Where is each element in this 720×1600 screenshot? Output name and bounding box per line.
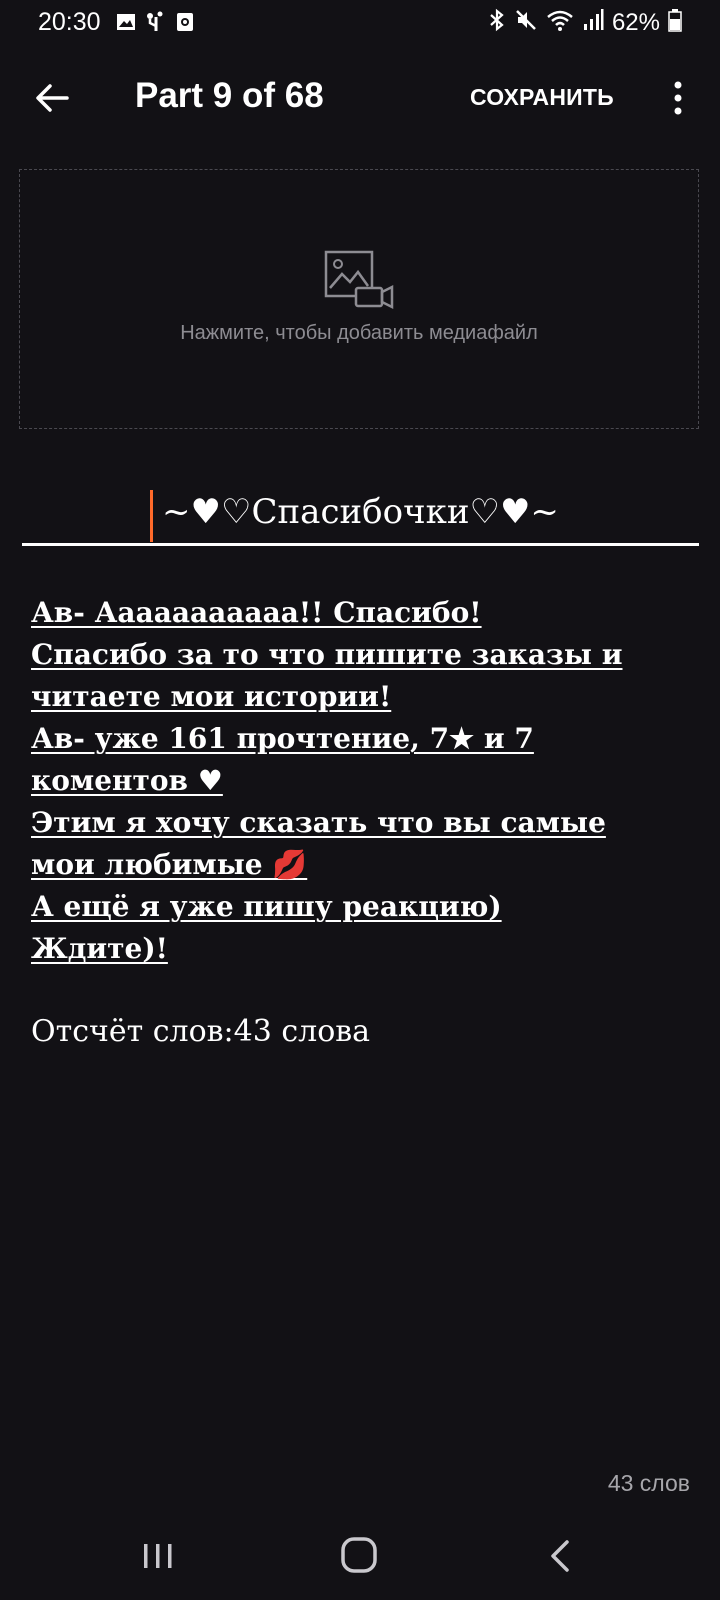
signal-icon: [582, 8, 604, 37]
image-icon: [116, 13, 136, 36]
word-count-badge: 43 слов: [607, 1470, 690, 1496]
text-cursor: [150, 490, 153, 542]
navigation-bar: [0, 1520, 720, 1600]
recents-icon[interactable]: [141, 1540, 175, 1572]
bluetooth-icon: [488, 8, 506, 37]
arrow-left-icon: [36, 84, 69, 112]
home-icon[interactable]: [340, 1536, 378, 1574]
usb-icon: [146, 11, 166, 38]
vpn-icon: [176, 12, 194, 37]
story-line: читаете мои истории!: [31, 680, 392, 713]
status-right: 62%: [488, 8, 682, 37]
battery-percentage: 62%: [611, 8, 660, 36]
part-title: Part 9 of 68: [135, 76, 324, 115]
add-media-icon: [324, 250, 394, 310]
story-line: Ждите)!: [31, 932, 168, 965]
save-button[interactable]: СОХРАНИТЬ: [470, 84, 614, 111]
chapter-title: ~♥♡Спасибочки♡♥~: [162, 492, 559, 532]
more-options-button[interactable]: [660, 74, 696, 122]
wifi-icon: [546, 8, 574, 37]
app-bar: Part 9 of 68 СОХРАНИТЬ: [0, 60, 720, 140]
story-line: Ав- Ааааааааааа!! Спасибо!: [31, 596, 482, 629]
back-button[interactable]: [26, 72, 78, 124]
status-left-icons: [116, 11, 194, 38]
add-media-hint: Нажмите, чтобы добавить медиафайл: [180, 322, 538, 344]
status-bar: 20:30 62%: [0, 0, 720, 46]
chapter-title-field[interactable]: ~♥♡Спасибочки♡♥~: [22, 488, 699, 546]
story-editor[interactable]: Ав- Ааааааааааа!! Спасибо! Спасибо за то…: [31, 592, 691, 970]
word-count-paragraph: Отсчёт слов:43 слова: [31, 1014, 371, 1049]
story-line: Этим я хочу сказать что вы самые: [31, 806, 606, 839]
story-line: А ещё я уже пишу реакцию): [31, 890, 502, 923]
story-line: мои любимые 💋: [31, 848, 308, 881]
back-icon[interactable]: [548, 1538, 572, 1574]
mute-icon: [514, 8, 538, 37]
status-time: 20:30: [38, 8, 101, 36]
more-vert-icon: [674, 81, 682, 115]
add-media-area[interactable]: Нажмите, чтобы добавить медиафайл: [19, 169, 699, 429]
story-line: коментов ♥: [31, 764, 223, 797]
battery-icon: [668, 8, 682, 37]
story-line: Ав- уже 161 прочтение, 7★ и 7: [31, 722, 534, 755]
story-line: Спасибо за то что пишите заказы и: [31, 638, 623, 671]
